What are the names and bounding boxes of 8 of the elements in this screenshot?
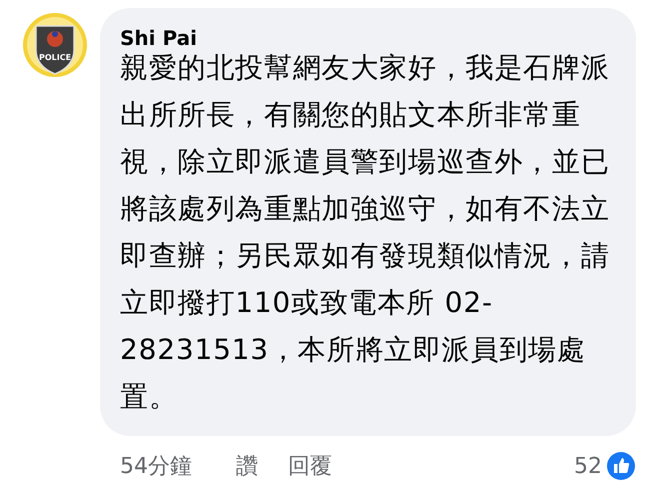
reaction-count[interactable]: 52 bbox=[574, 454, 602, 478]
comment-text: 親愛的北投幫網友大家好，我是石牌派出所所長，有關您的貼文本所非常重視，除立即派遣員警到場巡查外，並已將該處列為重點加強巡守，如有不法立即查辦；另民眾如有發現類似情況，請立即撥打110或致電本所 02-28231513，本所將立即派員到場處置。 bbox=[120, 50, 611, 415]
reply-button[interactable]: 回覆 bbox=[288, 451, 332, 481]
author-name[interactable]: Shi Pai bbox=[120, 26, 616, 50]
police-badge-avatar: POLICE bbox=[22, 12, 88, 78]
like-button[interactable]: 讚 bbox=[236, 451, 258, 481]
thumbs-up-icon bbox=[606, 451, 636, 481]
timestamp: 54分鐘 bbox=[120, 453, 192, 481]
